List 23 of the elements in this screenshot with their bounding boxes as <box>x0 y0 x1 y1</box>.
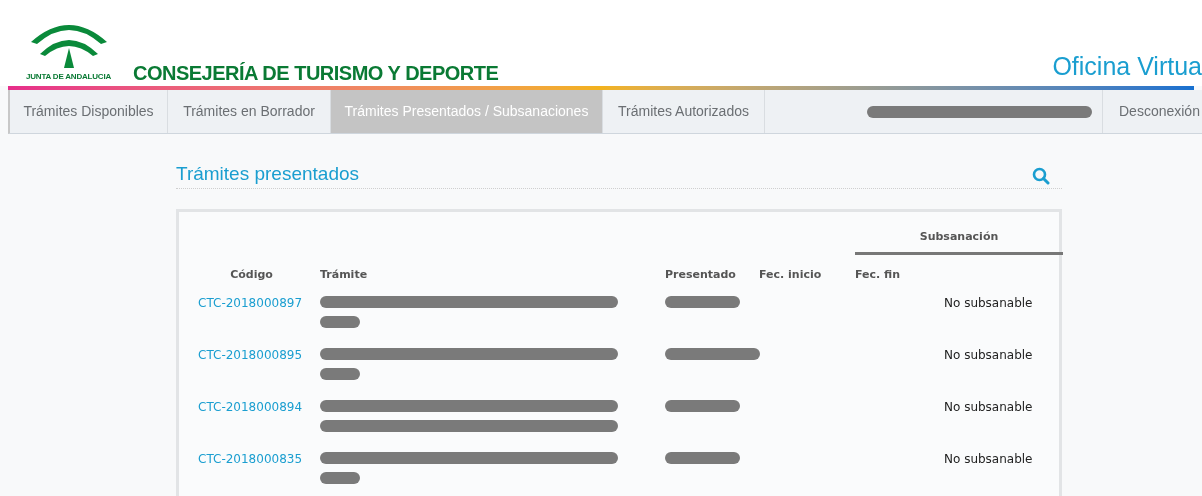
logo-caption: JUNTA DE ANDALUCIA <box>26 73 111 81</box>
column-header: Trámite <box>320 268 368 281</box>
portal-title: Oficina Virtua <box>1052 54 1202 79</box>
department-name: CONSEJERÍA DE TURISMO Y DEPORTE <box>133 63 499 83</box>
column-header: Fec. fin <box>855 268 901 281</box>
nav-tab[interactable]: Trámites Presentados / Subsanaciones <box>331 90 603 133</box>
status-text: No subsanable <box>944 452 1033 466</box>
column-group-header: Subsanación <box>919 229 999 245</box>
code-link[interactable]: CTC-2018000894 <box>198 400 303 414</box>
code-link[interactable]: CTC-2018000897 <box>198 296 303 310</box>
section-title: Trámites presentados <box>176 164 360 183</box>
status-text: No subsanable <box>944 400 1033 414</box>
column-header: Presentado <box>665 268 736 281</box>
nav-tab[interactable]: Trámites Disponibles <box>10 90 168 133</box>
status-text: No subsanable <box>944 348 1033 362</box>
code-link[interactable]: CTC-2018000895 <box>198 348 303 362</box>
nav-tab[interactable]: Trámites Autorizados <box>603 90 765 133</box>
code-link[interactable]: CTC-2018000835 <box>198 452 303 466</box>
column-header: Código <box>230 268 273 281</box>
logout-link[interactable]: Desconexión <box>1103 90 1202 133</box>
status-text: No subsanable <box>944 296 1033 310</box>
search-icon[interactable] <box>1032 167 1050 185</box>
column-header: Fec. inicio <box>759 268 822 281</box>
